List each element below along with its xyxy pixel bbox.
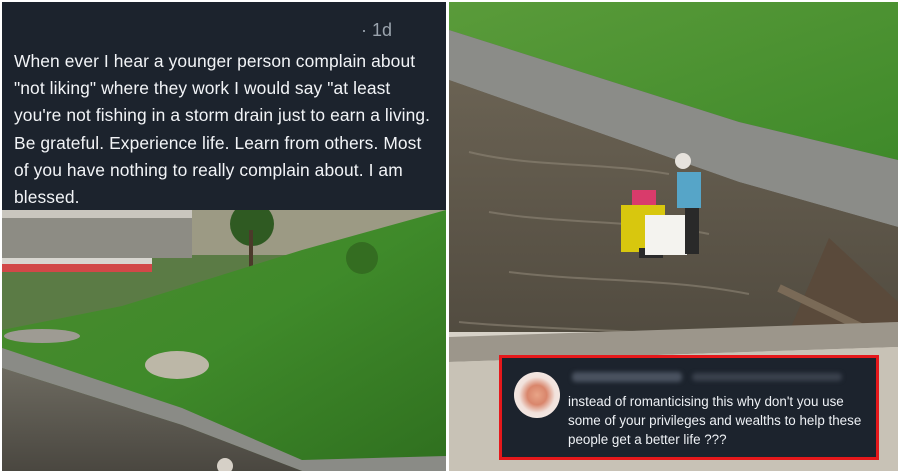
left-panel: · 1d When ever I hear a younger person c… — [2, 2, 446, 471]
comment-meta-blurred — [692, 373, 842, 381]
right-panel: instead of romanticising this why don't … — [449, 2, 898, 471]
post-text: When ever I hear a younger person compla… — [14, 51, 431, 208]
storm-drain-photo-left — [2, 210, 446, 471]
avatar — [514, 372, 560, 418]
comment-highlight-box: instead of romanticising this why don't … — [499, 355, 879, 460]
post-card: · 1d When ever I hear a younger person c… — [2, 2, 446, 210]
post-timestamp: · 1d — [360, 20, 392, 40]
comment-username-blurred — [572, 372, 682, 382]
comment-text: instead of romanticising this why don't … — [568, 394, 862, 447]
